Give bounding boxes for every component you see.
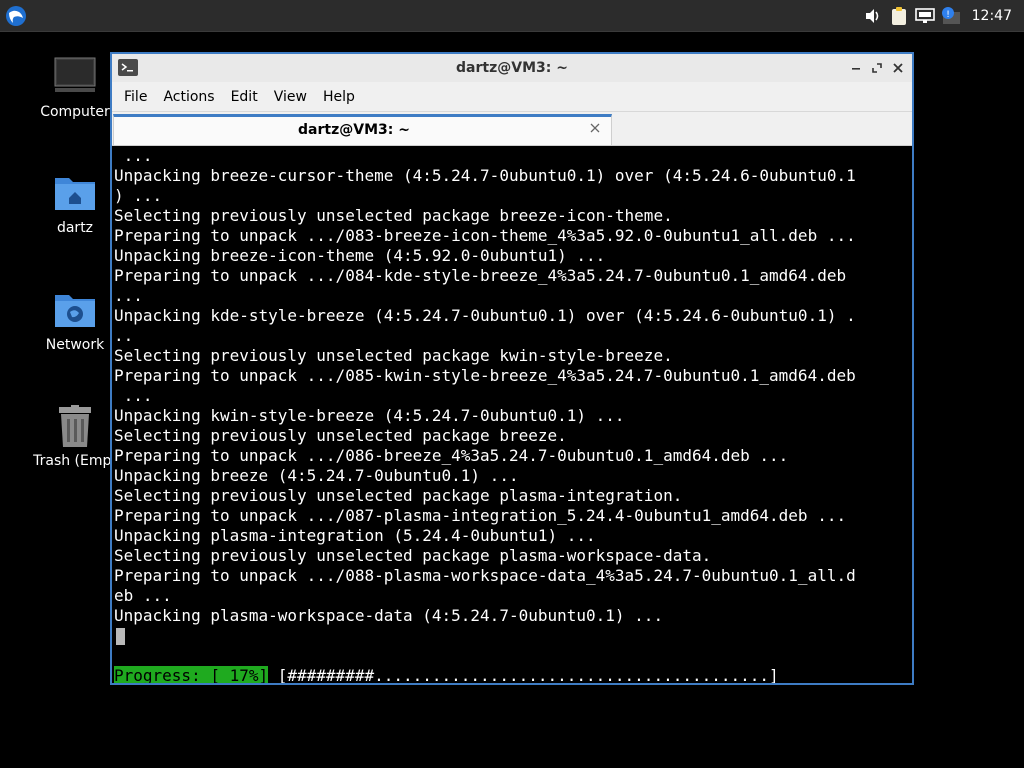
- progress-line: Progress: [ 17%] [#########.............…: [114, 666, 912, 683]
- minimize-button[interactable]: [845, 58, 866, 78]
- tab-label: dartz@VM3: ~: [298, 122, 410, 138]
- terminal-line: Selecting previously unselected package …: [114, 206, 673, 225]
- terminal-line: Preparing to unpack .../086-breeze_4%3a5…: [114, 446, 789, 465]
- terminal-line: Preparing to unpack .../087-plasma-integ…: [114, 506, 847, 525]
- terminal-line: Unpacking breeze-cursor-theme (4:5.24.7-…: [114, 166, 856, 185]
- terminal-line: ..: [114, 326, 134, 345]
- menu-bar: File Actions Edit View Help: [112, 82, 912, 112]
- terminal-line: Preparing to unpack .../085-kwin-style-b…: [114, 366, 856, 385]
- terminal-line: Selecting previously unselected package …: [114, 486, 683, 505]
- menu-actions[interactable]: Actions: [155, 89, 222, 105]
- menu-help[interactable]: Help: [315, 89, 363, 105]
- menu-file[interactable]: File: [116, 89, 155, 105]
- update-notifier-icon[interactable]: !: [938, 0, 964, 32]
- terminal-line: Unpacking breeze-icon-theme (4:5.92.0-0u…: [114, 246, 606, 265]
- close-button[interactable]: [887, 58, 908, 78]
- terminal-line: Selecting previously unselected package …: [114, 346, 673, 365]
- home-folder-icon: [53, 172, 97, 216]
- terminal-line: ...: [114, 146, 153, 165]
- terminal-line: eb ...: [114, 586, 172, 605]
- text-cursor: [116, 628, 125, 645]
- clipboard-icon[interactable]: [886, 0, 912, 32]
- terminal-line: Unpacking kde-style-breeze (4:5.24.7-0ub…: [114, 306, 856, 325]
- window-titlebar[interactable]: dartz@VM3: ~: [112, 54, 912, 82]
- restore-button[interactable]: [866, 58, 887, 78]
- top-panel: ! 12:47: [0, 0, 1024, 32]
- terminal-line: Unpacking breeze (4:5.24.7-0ubuntu0.1) .…: [114, 466, 519, 485]
- menu-view[interactable]: View: [266, 89, 315, 105]
- trash-icon: [53, 405, 97, 449]
- network-folder-icon: [53, 289, 97, 333]
- window-title: dartz@VM3: ~: [456, 60, 568, 76]
- terminal-line: Unpacking plasma-workspace-data (4:5.24.…: [114, 606, 664, 625]
- progress-label: Progress: [ 17%]: [114, 666, 269, 683]
- terminal-line: ...: [114, 286, 143, 305]
- tab-bar: dartz@VM3: ~: [112, 112, 912, 146]
- terminal-output[interactable]: ... Unpacking breeze-cursor-theme (4:5.2…: [112, 146, 912, 683]
- close-tab-icon[interactable]: [587, 120, 603, 136]
- terminal-line: Preparing to unpack .../088-plasma-works…: [114, 566, 856, 585]
- terminal-line: Unpacking kwin-style-breeze (4:5.24.7-0u…: [114, 406, 625, 425]
- volume-icon[interactable]: [860, 0, 886, 32]
- terminal-line: ) ...: [114, 186, 163, 205]
- terminal-line: Preparing to unpack .../084-kde-style-br…: [114, 266, 847, 285]
- terminal-line: Preparing to unpack .../083-breeze-icon-…: [114, 226, 856, 245]
- terminal-line: Selecting previously unselected package …: [114, 426, 567, 445]
- cursor-line: [114, 626, 912, 646]
- progress-bar: [#########..............................…: [268, 666, 779, 683]
- application-menu-icon[interactable]: [4, 4, 28, 28]
- terminal-line: Selecting previously unselected package …: [114, 546, 712, 565]
- clock[interactable]: 12:47: [964, 8, 1024, 24]
- svg-text:!: !: [946, 10, 950, 20]
- tab-terminal[interactable]: dartz@VM3: ~: [113, 114, 612, 145]
- network-icon[interactable]: [912, 0, 938, 32]
- computer-icon: [53, 56, 97, 100]
- system-tray: ! 12:47: [860, 0, 1024, 32]
- terminal-line: ...: [114, 386, 153, 405]
- terminal-window[interactable]: dartz@VM3: ~ File Actions Edit View Help…: [110, 52, 914, 685]
- terminal-line: Unpacking plasma-integration (5.24.4-0ub…: [114, 526, 596, 545]
- menu-edit[interactable]: Edit: [223, 89, 266, 105]
